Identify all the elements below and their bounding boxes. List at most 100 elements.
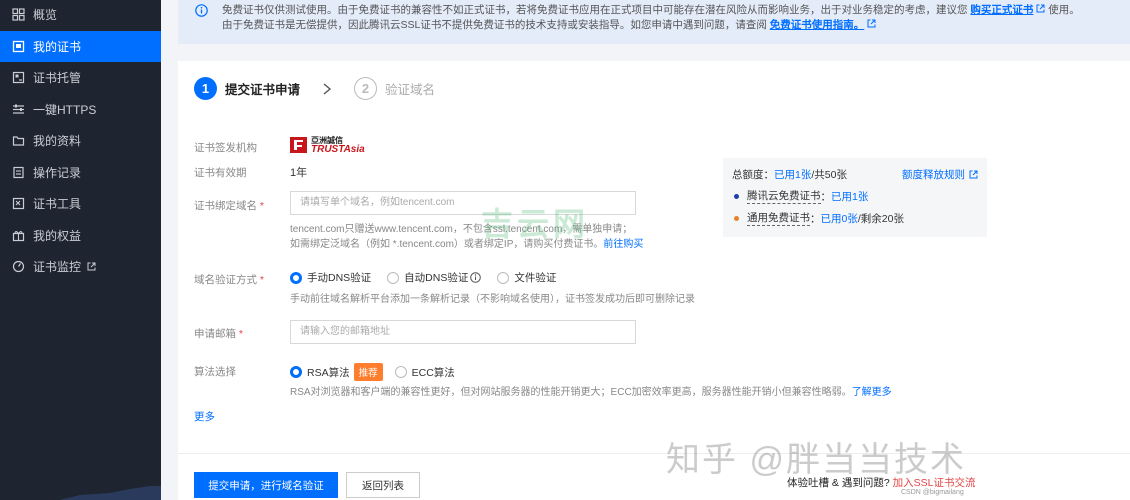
info-icon[interactable] (470, 272, 482, 283)
algo-option-rsa[interactable]: RSA算法 (290, 365, 350, 380)
quota-total: 总额度： 已用1张 /共50张 额度释放规则 (732, 166, 978, 182)
info-icon (195, 4, 208, 17)
learn-more-link[interactable]: 了解更多 (852, 387, 892, 398)
sidebar-item-monitor[interactable]: 证书监控 (0, 251, 161, 283)
sidebar-item-label: 概览 (33, 8, 58, 23)
radio[interactable] (497, 271, 510, 284)
verify-label-text: 域名验证方式 (194, 274, 257, 286)
external-link-icon (867, 19, 876, 28)
verify-option-auto-dns[interactable]: 自动DNS验证 (387, 270, 482, 285)
external-link-icon (969, 170, 978, 178)
recommended-badge: 推荐 (353, 363, 383, 381)
validity-label: 证书有效期 (194, 167, 247, 179)
domain-label: 证书绑定域名 * (194, 200, 265, 212)
quota-tencent-free: 腾讯云免费证书： 已用1张 (732, 188, 978, 204)
sidebar-item-label: 操作记录 (33, 165, 82, 180)
notice-text: 使用。 (1048, 4, 1080, 16)
verify-option-manual-dns[interactable]: 手动DNS验证 (290, 270, 371, 285)
sliders-icon (12, 103, 25, 116)
folder-icon (12, 134, 25, 147)
form-footer: 提交申请，进行域名验证 返回列表 (178, 453, 1130, 500)
email-label: 申请邮箱 * (194, 328, 244, 340)
algo-option-ecc[interactable]: ECC算法 (394, 365, 455, 380)
quota-row1-value: 已用1张 (831, 190, 869, 203)
sidebar-item-profile[interactable]: 我的资料 (0, 125, 161, 157)
email-input[interactable]: 请输入您的邮箱地址 (290, 320, 636, 344)
quota-general-free: 通用免费证书： 已用0张 /剩余20张 (732, 210, 978, 226)
quota-row2-label: 通用免费证书 (747, 212, 810, 226)
chevron-right-icon (323, 82, 332, 95)
sidebar-item-hosting[interactable]: 证书托管 (0, 62, 161, 94)
feedback-bar: 体验吐槽 & 遇到问题? 加入SSL证书交流 (787, 475, 975, 490)
sidebar-item-tools[interactable]: 证书工具 (0, 188, 161, 220)
orange-dot-icon (734, 215, 739, 221)
guide-link[interactable]: 免费证书使用指南。 (770, 19, 865, 31)
sidebar-item-https[interactable]: 一键HTTPS (0, 94, 161, 126)
sidebar: 概览 我的证书 证书托管 一键HTTPS 我的资料 操作记录 证书工具 我的权益… (0, 0, 161, 500)
domain-hint-line-2: 如需绑定泛域名（例如 *.tencent.com）或者绑定IP，请购买付费证书。… (290, 237, 643, 252)
verify-option-label: 自动DNS验证 (404, 272, 469, 284)
back-button[interactable]: 返回列表 (346, 472, 420, 498)
algo-hint-text: RSA对浏览器和客户端的兼容性更好，但对网站服务器的性能开销更大；ECC加密效率… (290, 387, 852, 398)
monitor-icon (12, 260, 25, 273)
join-group-link[interactable]: 加入SSL证书交流 (893, 477, 976, 489)
external-link-icon (87, 262, 96, 271)
zhihu-watermark: 知乎 @胖当当技术 (666, 441, 966, 479)
issuer-label: 证书签发机构 (194, 142, 257, 154)
radio-checked[interactable] (290, 366, 302, 378)
step-2-label: 验证域名 (385, 83, 436, 97)
radio-checked[interactable] (290, 271, 302, 284)
algo-hint: RSA对浏览器和客户端的兼容性更好，但对网站服务器的性能开销更大；ECC加密效率… (290, 385, 892, 400)
submit-button[interactable]: 提交申请，进行域名验证 (194, 472, 338, 498)
quota-row2-rest: /剩余20张 (857, 212, 904, 225)
domain-label-text: 证书绑定域名 (194, 200, 257, 212)
step-2-number: 2 (354, 77, 378, 100)
notice-text: 免费证书仅供测试使用。由于免费证书的兼容性不如正式证书，若将免费证书应用在正式项… (222, 4, 968, 16)
sidebar-item-my-certificates[interactable]: 我的证书 (0, 30, 161, 62)
notice-banner: 免费证书仅供测试使用。由于免费证书的兼容性不如正式证书，若将免费证书应用在正式项… (178, 0, 1130, 44)
notice-text: 由于免费证书是无偿提供，因此腾讯云SSL证书不提供免费证书的技术支持或安装指导。… (222, 19, 767, 31)
issuer-logo-en: TRUSTAsia (311, 144, 365, 155)
quota-panel: 总额度： 已用1张 /共50张 额度释放规则 腾讯云免费证书： 已用1张 通用免… (723, 158, 987, 237)
sidebar-item-label: 我的权益 (33, 228, 82, 243)
sidebar-item-records[interactable]: 操作记录 (0, 157, 161, 189)
email-label-text: 申请邮箱 (194, 328, 236, 340)
more-link[interactable]: 更多 (194, 409, 215, 424)
algo-option-label: ECC算法 (411, 366, 455, 379)
algo-label: 算法选择 (194, 366, 236, 378)
sidebar-item-label: 证书监控 (33, 260, 82, 275)
feedback-text: 体验吐槽 & 遇到问题? (787, 477, 890, 489)
sidebar-item-label: 一键HTTPS (33, 102, 97, 117)
tool-icon (12, 197, 25, 210)
validity-value: 1年 (290, 167, 308, 179)
sidebar-item-benefits[interactable]: 我的权益 (0, 220, 161, 252)
radio[interactable] (387, 271, 400, 284)
external-link-icon (1036, 4, 1045, 13)
sidebar-item-overview[interactable]: 概览 (0, 0, 161, 31)
buy-certificate-link[interactable]: 购买正式证书 (970, 4, 1033, 16)
csdn-watermark: CSDN @bigmailang (901, 489, 964, 496)
quota-row1-label: 腾讯云免费证书 (747, 190, 821, 204)
grid-icon (12, 8, 25, 21)
step-1-label: 提交证书申请 (225, 83, 301, 97)
sidebar-item-label: 我的证书 (33, 39, 82, 54)
quota-total-label: 总额度： (732, 168, 774, 181)
verify-option-file[interactable]: 文件验证 (497, 270, 556, 285)
form-card: 1 提交证书申请 2 验证域名 证书签发机构 亞洲誠信 TRUSTAsia 证书… (178, 61, 1130, 500)
issuer-logo: 亞洲誠信 TRUSTAsia (290, 136, 365, 155)
trustasia-logo-icon (290, 137, 307, 153)
verify-radio-group: 手动DNS验证 自动DNS验证 文件验证 (290, 270, 572, 285)
verify-hint: 手动前往域名解析平台添加一条解析记录（不影响域名使用），证书签发成功后即可删除记… (290, 294, 695, 305)
quota-rule-text: 额度释放规则 (902, 168, 965, 181)
sidebar-item-label: 证书工具 (33, 197, 82, 212)
watermark-center: 吉云网 (481, 206, 590, 242)
verify-option-label: 手动DNS验证 (307, 272, 372, 284)
radio[interactable] (394, 366, 407, 378)
hosting-icon (12, 71, 25, 84)
domain-hint: tencent.com只赠送www.tencent.com，不包含ssl.ten… (290, 222, 643, 252)
quota-total-used: 已用1张 (774, 168, 812, 181)
sidebar-decoration (60, 486, 161, 500)
sidebar-item-label: 证书托管 (33, 71, 82, 86)
buy-link[interactable]: 前往购买 (603, 239, 643, 250)
quota-rule-link[interactable]: 额度释放规则 (902, 167, 978, 182)
